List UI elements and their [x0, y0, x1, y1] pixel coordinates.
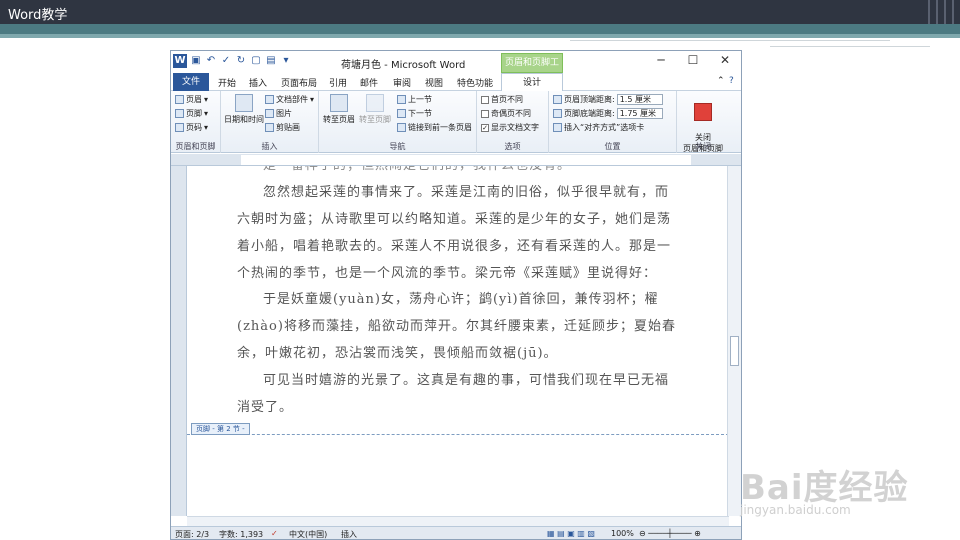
footer-distance-input[interactable]: 1.75 厘米 — [616, 108, 663, 119]
language[interactable]: 中文(中国) — [289, 529, 327, 539]
maximize-button[interactable]: ☐ — [683, 53, 703, 67]
group-label-insert: 插入 — [261, 142, 278, 151]
group-position: 页眉顶端距离: 1.5 厘米 页脚底端距离: 1.75 厘米 插入“对齐方式”选… — [549, 91, 677, 153]
different-odd-even-checkbox[interactable]: 奇偶页不同 — [481, 108, 531, 119]
tab-page-layout[interactable]: 页面布局 — [281, 76, 317, 89]
group-insert: 日期和时间 文档部件 ▾ 图片 剪贴画 插入 — [221, 91, 319, 153]
tab-insert[interactable]: 插入 — [249, 76, 267, 89]
quick-access-toolbar: W ▣ ↶ ✓ ↻ ▢ ▤ ▾ — [173, 54, 292, 68]
undo-icon[interactable]: ↶ — [205, 55, 217, 67]
tab-file[interactable]: 文件 — [173, 73, 209, 91]
date-time-button[interactable]: 日期和时间 — [223, 94, 265, 125]
group-header-footer: 页眉 ▾ 页脚 ▾ 页码 ▾ 页眉和页脚 — [171, 91, 221, 153]
watermark-logo-text: Bai度经验 — [740, 468, 909, 508]
quick-parts-button[interactable]: 文档部件 ▾ — [265, 94, 314, 105]
footer-boundary — [187, 434, 729, 435]
redo-icon[interactable]: ↻ — [235, 55, 247, 67]
goto-header-button[interactable]: 转至页眉 — [321, 94, 357, 125]
scroll-thumb[interactable] — [730, 336, 739, 366]
page-number-button[interactable]: 页码 ▾ — [175, 122, 208, 133]
header-button[interactable]: 页眉 ▾ — [175, 94, 208, 105]
customize-qat-icon[interactable]: ▾ — [280, 55, 292, 67]
status-bar: 页面: 2/3 字数: 1,393 ✓ 中文(中国) 插入 ▦ ▤ ▣ ▥ ▧ … — [171, 526, 741, 539]
goto-footer-button[interactable]: 转至页脚 — [357, 94, 393, 125]
zoom-slider[interactable]: ⊖ ────┼──── ⊕ — [639, 529, 701, 538]
header-footer-tools-label: 页眉和页脚工具 — [501, 53, 563, 86]
tab-view[interactable]: 视图 — [425, 76, 443, 89]
group-label-navigation: 导航 — [389, 142, 406, 151]
picture-button[interactable]: 图片 — [265, 108, 292, 119]
header-distance-input[interactable]: 1.5 厘米 — [616, 94, 663, 105]
header-distance: 页眉顶端距离: 1.5 厘米 — [553, 94, 663, 105]
deco-line — [770, 46, 930, 47]
horizontal-ruler[interactable] — [171, 154, 741, 166]
tab-references[interactable]: 引用 — [329, 76, 347, 89]
document-page[interactable]: 是一番样子的；但热闹是它们的，我什么也没有。 忽然想起采莲的事情来了。采莲是江南… — [187, 166, 729, 516]
window-title: 荷塘月色 - Microsoft Word — [341, 60, 466, 71]
goto-header-icon — [330, 94, 348, 112]
paragraph-1: 忽然想起采莲的事情来了。采莲是江南的旧俗，似乎很早就有，而六朝时为盛；从诗歌里可… — [237, 185, 672, 281]
view-buttons-icon[interactable]: ▦ ▤ ▣ ▥ ▧ — [547, 529, 595, 538]
word-count[interactable]: 字数: 1,393 — [219, 529, 263, 539]
ribbon-tabs: 文件 开始 插入 页面布局 引用 邮件 审阅 视图 特色功能 设计 ⌃ ? — [171, 73, 741, 92]
clip-art-button[interactable]: 剪贴画 — [265, 122, 300, 133]
word-window: W ▣ ↶ ✓ ↻ ▢ ▤ ▾ 荷塘月色 - Microsoft Word 页眉… — [170, 50, 742, 540]
vertical-scrollbar[interactable] — [727, 166, 741, 516]
slide-header: Word教学 — [0, 0, 960, 24]
word-logo-icon[interactable]: W — [173, 54, 187, 68]
close-button[interactable]: ✕ — [715, 53, 735, 67]
teal-band — [0, 24, 960, 34]
horizontal-scrollbar[interactable] — [187, 516, 729, 526]
title-bar: W ▣ ↶ ✓ ↻ ▢ ▤ ▾ 荷塘月色 - Microsoft Word 页眉… — [171, 51, 741, 86]
group-label-position: 位置 — [604, 142, 621, 151]
group-options: 首页不同 奇偶页不同 ✓ 显示文档文字 选项 — [477, 91, 549, 153]
footer-distance: 页脚底端距离: 1.75 厘米 — [553, 108, 663, 119]
show-document-text-checkbox[interactable]: ✓ 显示文档文字 — [481, 122, 539, 133]
zoom-level[interactable]: 100% — [611, 529, 634, 538]
new-doc-icon[interactable]: ▢ — [250, 55, 262, 67]
tab-review[interactable]: 审阅 — [393, 76, 411, 89]
header-stripes — [924, 0, 960, 24]
tab-home[interactable]: 开始 — [218, 76, 236, 89]
print-icon[interactable]: ▤ — [265, 55, 277, 67]
goto-footer-icon — [366, 94, 384, 112]
ribbon: 页眉 ▾ 页脚 ▾ 页码 ▾ 页眉和页脚 日期和时间 文档部件 ▾ 图片 剪贴画 插入 … — [171, 91, 741, 153]
save-icon[interactable]: ▣ — [190, 55, 202, 67]
insert-mode[interactable]: 插入 — [341, 529, 357, 539]
tab-special[interactable]: 特色功能 — [457, 76, 493, 89]
link-to-previous-button[interactable]: 链接到前一条页眉 — [397, 122, 472, 133]
page-count[interactable]: 页面: 2/3 — [175, 529, 209, 539]
teal-band-light — [0, 34, 960, 38]
tab-mailings[interactable]: 邮件 — [360, 76, 378, 89]
group-navigation: 转至页眉 转至页脚 上一节 下一节 链接到前一条页眉 导航 — [319, 91, 477, 153]
paragraph-3: 可见当时嬉游的光景了。这真是有趣的事，可惜我们现在早已无福消受了。 — [237, 373, 670, 415]
calendar-icon — [235, 94, 253, 112]
insert-alignment-tab-button[interactable]: 插入“对齐方式”选项卡 — [553, 122, 644, 133]
close-red-icon — [694, 103, 712, 121]
minimize-button[interactable]: ─ — [651, 53, 671, 67]
group-close: 关闭 页眉和页脚 关闭 — [677, 91, 729, 153]
group-label-close: 关闭 — [695, 142, 711, 151]
group-label-header-footer: 页眉和页脚 — [175, 142, 216, 151]
tab-design[interactable]: 设计 — [501, 73, 563, 92]
footer-button[interactable]: 页脚 ▾ — [175, 108, 208, 119]
proofing-icon[interactable]: ✓ — [271, 529, 278, 538]
different-first-page-checkbox[interactable]: 首页不同 — [481, 94, 523, 105]
slide: Word教学 W ▣ ↶ ✓ ↻ ▢ ▤ ▾ 荷塘月色 - Microsoft … — [0, 0, 960, 540]
previous-section-button[interactable]: 上一节 — [397, 94, 432, 105]
paragraph-2: 于是妖童媛(yuàn)女，荡舟心许；鹢(yì)首徐回，兼传羽杯；櫂(zhào)将… — [237, 292, 676, 361]
next-section-button[interactable]: 下一节 — [397, 108, 432, 119]
baidu-watermark: Bai度经验 jingyan.baidu.com — [740, 460, 909, 517]
vertical-ruler[interactable] — [171, 166, 187, 516]
ribbon-minimize-icon[interactable]: ⌃ — [717, 76, 725, 86]
format-painter-icon[interactable]: ✓ — [220, 55, 232, 67]
partial-paragraph: 是一番样子的；但热闹是它们的，我什么也没有。 — [237, 166, 677, 179]
slide-title: Word教学 — [8, 8, 68, 23]
help-icon[interactable]: ? — [729, 76, 734, 86]
deco-line — [570, 40, 890, 41]
group-label-options: 选项 — [504, 142, 521, 151]
